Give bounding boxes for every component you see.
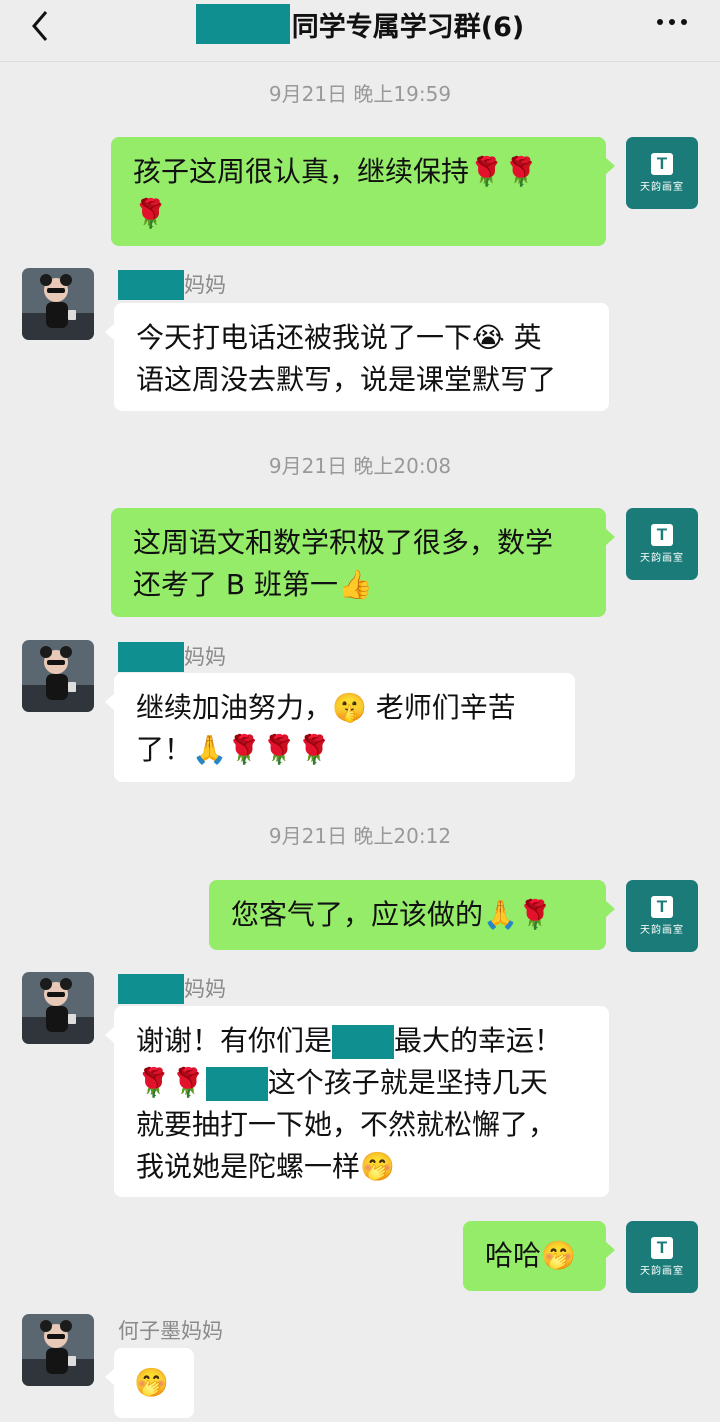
logo-t-icon: T bbox=[651, 524, 673, 546]
avatar-label: 天韵画室 bbox=[640, 553, 684, 564]
parent-avatar[interactable] bbox=[22, 972, 94, 1044]
sender-name: 妈妈 bbox=[118, 974, 226, 1004]
message-timestamp: 9月21日 晚上20:08 bbox=[268, 454, 452, 478]
redaction-block bbox=[118, 642, 184, 672]
parent-avatar[interactable] bbox=[22, 1314, 94, 1386]
redaction-block bbox=[118, 974, 184, 1004]
sender-name: 妈妈 bbox=[118, 270, 226, 300]
message-text: 谢谢！有你们是 最大的幸运！ 🌹🌹 这个孩子就是坚持几天 就要抽打一下她，不然就松懈… bbox=[136, 1020, 587, 1188]
sender-name: 妈妈 bbox=[118, 642, 226, 672]
chat-header: 同学专属学习群(6) bbox=[0, 0, 720, 62]
message-text: 继续加油努力，🤫 老师们辛苦 了！🙏🌹🌹🌹 bbox=[136, 691, 516, 766]
sender-name-text: 何子墨妈妈 bbox=[118, 1319, 223, 1343]
avatar-label: 天韵画室 bbox=[640, 182, 684, 193]
message-timestamp: 9月21日 晚上19:59 bbox=[268, 82, 452, 106]
logo-t-icon: T bbox=[651, 896, 673, 918]
message-text-part: 🌹🌹 bbox=[136, 1066, 206, 1099]
teacher-avatar[interactable]: T 天韵画室 bbox=[626, 508, 698, 580]
message-text: 孩子这周很认真，继续保持🌹🌹 🌹 bbox=[133, 155, 539, 230]
message-text: 今天打电话还被我说了一下😭 英 语这周没去默写，说是课堂默写了 bbox=[136, 321, 557, 396]
logo-t-icon: T bbox=[651, 1237, 673, 1259]
logo-t-icon: T bbox=[651, 153, 673, 175]
sender-name-text: 妈妈 bbox=[184, 977, 226, 1001]
sender-name-text: 妈妈 bbox=[184, 645, 226, 669]
parent-avatar[interactable] bbox=[22, 268, 94, 340]
my-message-bubble[interactable]: 这周语文和数学积极了很多，数学 还考了 B 班第一👍 bbox=[111, 508, 615, 617]
sender-name: 何子墨妈妈 bbox=[118, 1316, 223, 1346]
teacher-avatar[interactable]: T 天韵画室 bbox=[626, 880, 698, 952]
redaction-block bbox=[205, 1067, 268, 1101]
other-message-bubble[interactable]: 继续加油努力，🤫 老师们辛苦 了！🙏🌹🌹🌹 bbox=[105, 673, 575, 782]
message-text: 🤭 bbox=[134, 1366, 169, 1399]
my-message-bubble[interactable]: 孩子这周很认真，继续保持🌹🌹 🌹 bbox=[111, 137, 615, 246]
redaction-block bbox=[118, 270, 184, 300]
teacher-avatar[interactable]: T 天韵画室 bbox=[626, 137, 698, 209]
more-dots-icon[interactable] bbox=[652, 10, 692, 34]
parent-avatar[interactable] bbox=[22, 640, 94, 712]
chat-title: 同学专属学习群(6) bbox=[291, 11, 525, 43]
avatar-label: 天韵画室 bbox=[640, 925, 684, 936]
sender-name-text: 妈妈 bbox=[184, 273, 226, 297]
message-text: 哈哈🤭 bbox=[485, 1239, 576, 1272]
chat-title-bar: 同学专属学习群(6) bbox=[0, 0, 720, 48]
redaction-block bbox=[332, 1025, 395, 1059]
other-message-bubble[interactable]: 今天打电话还被我说了一下😭 英 语这周没去默写，说是课堂默写了 bbox=[105, 303, 609, 411]
other-message-bubble[interactable]: 谢谢！有你们是 最大的幸运！ 🌹🌹 这个孩子就是坚持几天 就要抽打一下她，不然就松懈… bbox=[105, 1006, 609, 1197]
avatar-label: 天韵画室 bbox=[640, 1266, 684, 1277]
teacher-avatar[interactable]: T 天韵画室 bbox=[626, 1221, 698, 1293]
my-message-bubble[interactable]: 哈哈🤭 bbox=[463, 1221, 615, 1291]
my-message-bubble[interactable]: 您客气了，应该做的🙏🌹 bbox=[209, 880, 615, 950]
message-text: 您客气了，应该做的🙏🌹 bbox=[231, 898, 553, 931]
message-text-part: 最大的幸运！ bbox=[394, 1024, 563, 1057]
message-timestamp: 9月21日 晚上20:12 bbox=[268, 824, 452, 848]
message-text-part: 谢谢！有你们是 bbox=[136, 1024, 333, 1057]
message-text-part: 这个孩子就是坚持几天 bbox=[267, 1066, 548, 1099]
other-message-bubble[interactable]: 🤭 bbox=[105, 1348, 194, 1418]
redaction-block bbox=[195, 4, 290, 44]
message-text-part: 就要抽打一下她，不然就松懈了， 我说她是陀螺一样🤭 bbox=[136, 1108, 557, 1183]
message-text: 这周语文和数学积极了很多，数学 还考了 B 班第一👍 bbox=[133, 526, 554, 601]
